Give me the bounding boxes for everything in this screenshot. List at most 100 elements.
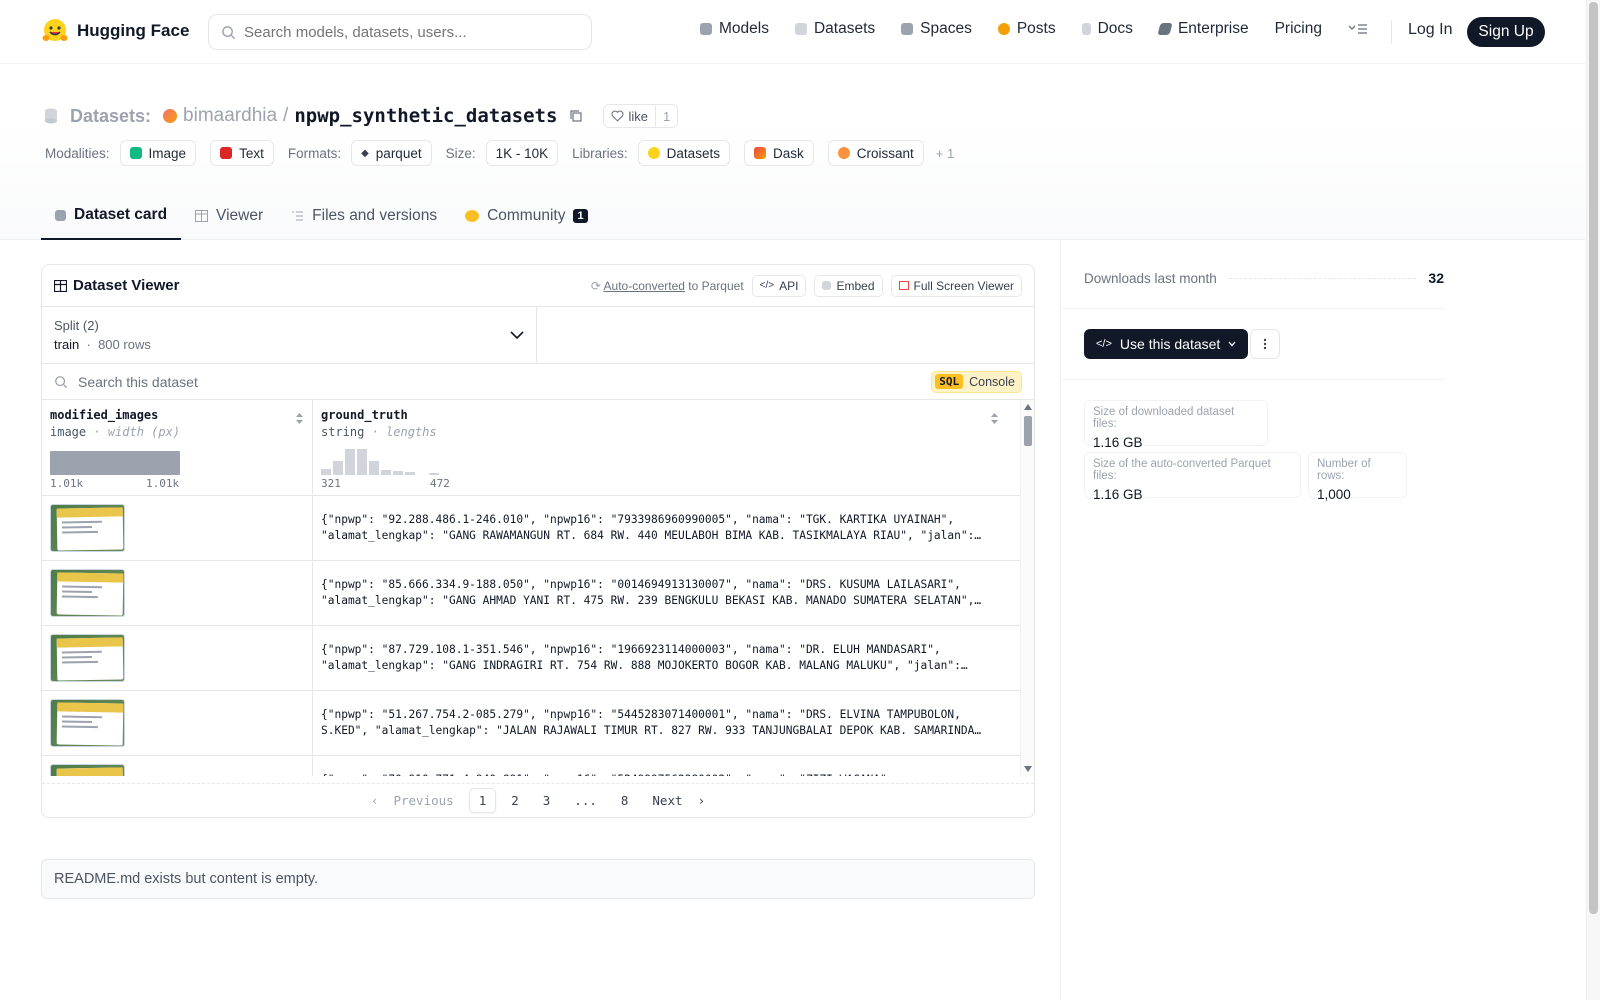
- histogram-bar[interactable]: [429, 473, 439, 475]
- page-scrollbar[interactable]: [1586, 0, 1600, 1000]
- tab-dataset-card[interactable]: Dataset card: [41, 192, 182, 240]
- nav-datasets[interactable]: Datasets: [794, 20, 875, 38]
- npwp-card-thumbnail[interactable]: [50, 634, 125, 682]
- ground-truth-cell[interactable]: {"npwp": "87.729.108.1-351.546", "npwp16…: [313, 626, 1021, 690]
- fullscreen-viewer-button[interactable]: Full Screen Viewer: [890, 274, 1022, 297]
- sql-console-button[interactable]: SQL Console: [931, 370, 1022, 393]
- sort-icon[interactable]: [990, 412, 999, 425]
- use-this-dataset-button[interactable]: </> Use this dataset: [1084, 329, 1249, 359]
- scroll-down-arrow[interactable]: [1024, 766, 1032, 772]
- cube-icon: [55, 209, 66, 221]
- npwp-card-thumbnail[interactable]: [50, 699, 125, 747]
- npwp-card-thumbnail[interactable]: [50, 764, 125, 776]
- nav-docs[interactable]: Docs: [1081, 20, 1133, 38]
- more-menu-button[interactable]: [1348, 22, 1368, 36]
- tag-croissant[interactable]: Croissant: [827, 140, 924, 166]
- histogram-bar[interactable]: [321, 468, 331, 475]
- table-row[interactable]: {"npwp": "51.267.754.2-085.279", "npwp16…: [42, 691, 1034, 756]
- more-options-button[interactable]: [1250, 329, 1280, 359]
- pagination-next[interactable]: Next ›: [643, 789, 714, 812]
- pagination-previous[interactable]: ‹ Previous: [362, 789, 463, 812]
- tag-size[interactable]: 1K - 10K: [485, 140, 559, 166]
- embed-button[interactable]: Embed: [814, 274, 883, 297]
- signup-button[interactable]: Sign Up: [1467, 17, 1545, 47]
- repo-kind[interactable]: Datasets:: [70, 106, 151, 127]
- page-scrollbar-thumb[interactable]: [1589, 2, 1598, 914]
- grid-scrollbar-thumb[interactable]: [1024, 416, 1032, 446]
- column-header-ground-truth[interactable]: ground_truth string · lengths 321 472: [313, 400, 1021, 495]
- nav-posts[interactable]: Posts: [997, 20, 1056, 38]
- brand-name: Hugging Face: [77, 21, 190, 40]
- table-row[interactable]: {"npwp": "70.910.771.4-940.891", "npwp16…: [42, 756, 1034, 776]
- like-count: 1: [654, 105, 677, 127]
- owner-avatar: [163, 109, 178, 123]
- nav-enterprise[interactable]: Enterprise: [1157, 20, 1249, 38]
- login-link[interactable]: Log In: [1408, 21, 1452, 39]
- search-icon: [55, 375, 68, 388]
- image-cell[interactable]: [42, 756, 313, 776]
- table-icon: [54, 279, 67, 292]
- scroll-up-arrow[interactable]: [1024, 404, 1032, 410]
- histogram-bar[interactable]: [405, 472, 415, 475]
- autoconverted-link[interactable]: Auto-converted: [604, 279, 685, 293]
- tag-parquet[interactable]: ◆ parquet: [351, 140, 432, 166]
- use-this-dataset-label: Use this dataset: [1119, 336, 1221, 352]
- more-libraries[interactable]: + 1: [936, 146, 954, 161]
- api-button[interactable]: </> API: [751, 274, 807, 297]
- split-selector[interactable]: Split (2) train · 800 rows: [42, 307, 537, 363]
- table-row[interactable]: {"npwp": "87.729.108.1-351.546", "npwp16…: [42, 626, 1034, 691]
- repo-owner[interactable]: bimaardhia: [183, 105, 277, 127]
- grid-scrollbar[interactable]: [1020, 400, 1034, 776]
- ground-truth-cell[interactable]: {"npwp": "92.288.486.1-246.010", "npwp16…: [313, 496, 1021, 560]
- tag-dask[interactable]: Dask: [743, 140, 814, 166]
- histogram-bar[interactable]: [333, 460, 343, 475]
- table-row[interactable]: {"npwp": "85.666.334.9-188.050", "npwp16…: [42, 561, 1034, 626]
- tag-image[interactable]: Image: [119, 140, 197, 166]
- like-main: like: [604, 105, 655, 127]
- tab-files[interactable]: Files and versions: [277, 192, 451, 240]
- image-cell[interactable]: [42, 691, 313, 755]
- column-type: image · width (px): [50, 425, 304, 439]
- ground-truth-cell[interactable]: {"npwp": "70.910.771.4-940.891", "npwp16…: [313, 756, 1021, 776]
- tab-viewer[interactable]: Viewer: [181, 192, 277, 240]
- column-stat: · lengths: [371, 425, 437, 439]
- npwp-card-thumbnail[interactable]: [50, 569, 125, 617]
- nav-docs-label: Docs: [1097, 20, 1133, 37]
- page-8[interactable]: 8: [612, 789, 638, 812]
- histogram-bar[interactable]: [393, 471, 403, 475]
- npwp-card-thumbnail[interactable]: [50, 504, 125, 552]
- sort-icon[interactable]: [295, 412, 304, 425]
- tab-community[interactable]: Community 1: [451, 192, 602, 240]
- image-cell[interactable]: [42, 561, 313, 625]
- width-histogram-bar[interactable]: [50, 451, 180, 475]
- histogram-bar[interactable]: [369, 460, 379, 475]
- ground-truth-cell[interactable]: {"npwp": "85.666.334.9-188.050", "npwp16…: [313, 561, 1021, 625]
- nav-spaces[interactable]: Spaces: [901, 20, 972, 38]
- nav-pricing[interactable]: Pricing: [1275, 20, 1322, 38]
- grid-icon: [901, 23, 914, 35]
- page-3[interactable]: 3: [534, 789, 560, 812]
- tag-datasets-lib[interactable]: Datasets: [637, 140, 730, 166]
- repo-name[interactable]: npwp_synthetic_datasets: [294, 105, 557, 127]
- copy-icon[interactable]: [569, 109, 583, 123]
- histogram-bar[interactable]: [357, 449, 367, 475]
- autoconverted-note[interactable]: ⟳ Auto-converted to Parquet: [591, 279, 744, 293]
- ground-truth-cell[interactable]: {"npwp": "51.267.754.2-085.279", "npwp16…: [313, 691, 1021, 755]
- global-search-input[interactable]: [244, 23, 564, 41]
- histogram-bar[interactable]: [345, 449, 355, 475]
- column-header-modified-images[interactable]: modified_images image · width (px) 1.01k…: [42, 400, 313, 495]
- column-name: ground_truth: [321, 408, 408, 422]
- dataset-search[interactable]: Search this dataset SQL Console: [42, 364, 1034, 400]
- page-2[interactable]: 2: [502, 789, 528, 812]
- image-cell[interactable]: [42, 626, 313, 690]
- brand[interactable]: Hugging Face: [41, 17, 189, 45]
- table-row[interactable]: {"npwp": "92.288.486.1-246.010", "npwp16…: [42, 496, 1034, 561]
- dataset-search-input[interactable]: Search this dataset: [78, 374, 198, 390]
- like-button[interactable]: like 1: [603, 104, 679, 128]
- tag-text[interactable]: Text: [210, 140, 274, 166]
- histogram-bar[interactable]: [381, 469, 391, 475]
- image-cell[interactable]: [42, 496, 313, 560]
- global-search[interactable]: [208, 14, 592, 50]
- nav-models[interactable]: Models: [700, 20, 769, 38]
- page-1[interactable]: 1: [468, 788, 497, 813]
